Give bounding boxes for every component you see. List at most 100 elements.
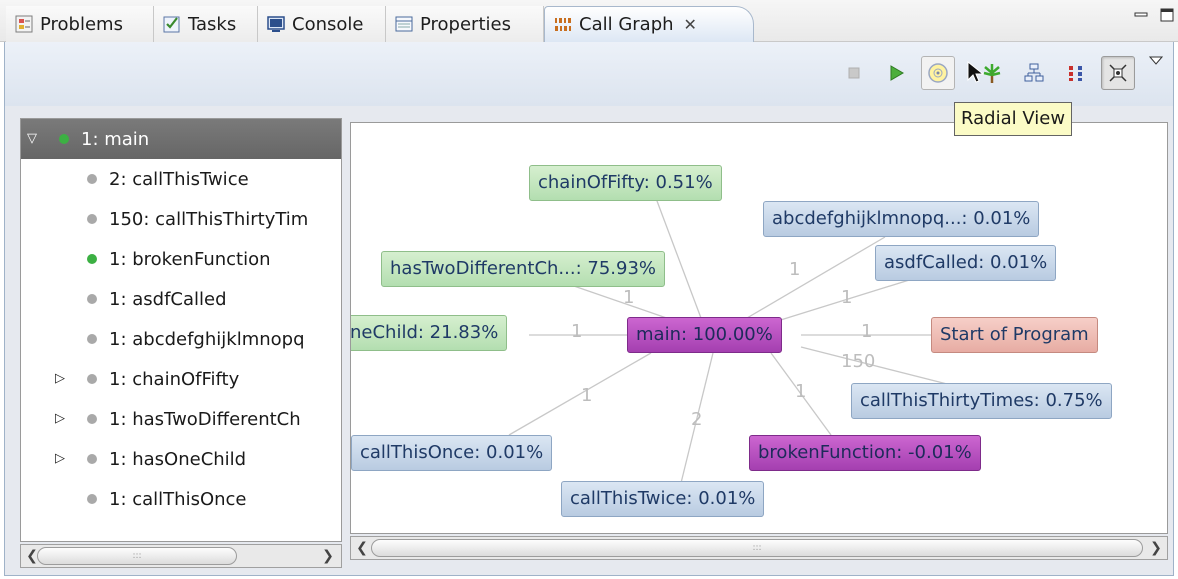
tab-call-graph[interactable]: Call Graph ✕ bbox=[544, 6, 754, 42]
graph-node-asdfcalled[interactable]: asdfCalled: 0.01% bbox=[875, 245, 1057, 281]
tab-problems[interactable]: Problems bbox=[6, 6, 154, 42]
graph-node-main[interactable]: main: 100.00% bbox=[627, 317, 782, 353]
tree-item-asdfcalled[interactable]: 1: asdfCalled bbox=[21, 279, 341, 319]
tasks-icon bbox=[162, 14, 182, 34]
tree-item-label: 1: main bbox=[81, 128, 150, 150]
radial-view-button[interactable] bbox=[921, 56, 955, 90]
edge-label-callthistwice: 2 bbox=[691, 409, 703, 430]
edge-label-hastwodifferentchildren: 1 bbox=[623, 287, 635, 308]
tree-item-brokenfunction[interactable]: 1: brokenFunction bbox=[21, 239, 341, 279]
tree-item-label: 2: callThisTwice bbox=[109, 168, 249, 190]
graph-node-hastwodifferentchildren[interactable]: hasTwoDifferentCh...: 75.93% bbox=[381, 251, 666, 287]
edge-callthisonce bbox=[508, 352, 652, 436]
tree-item-callthistwice[interactable]: 2: callThisTwice bbox=[21, 159, 341, 199]
view-menu-icon bbox=[1149, 56, 1163, 65]
tree-item-hasonechild[interactable]: ▷ 1: hasOneChild bbox=[21, 439, 341, 479]
expand-toggle-icon[interactable]: ▷ bbox=[55, 412, 69, 426]
maximize-icon[interactable] bbox=[1160, 8, 1174, 26]
tab-label: Properties bbox=[420, 13, 511, 35]
problems-icon bbox=[14, 14, 34, 34]
status-dot-icon bbox=[87, 254, 97, 264]
view-tab-bar: Problems Tasks Console Properties Call G… bbox=[0, 0, 1178, 42]
graph-node-callthisonce[interactable]: callThisOnce: 0.01% bbox=[351, 435, 553, 471]
graph-node-start-of-program[interactable]: Start of Program bbox=[931, 317, 1098, 353]
scroll-right-icon[interactable]: ❯ bbox=[1147, 539, 1165, 557]
status-dot-icon bbox=[87, 494, 97, 504]
status-dot-icon bbox=[87, 334, 97, 344]
expand-toggle-icon[interactable]: ▷ bbox=[55, 452, 69, 466]
collapse-mode-icon bbox=[1109, 64, 1127, 82]
status-dot-icon bbox=[87, 174, 97, 184]
graph-horizontal-scrollbar[interactable]: ❮ ::: ❯ bbox=[350, 536, 1168, 560]
minimize-icon[interactable] bbox=[1134, 8, 1148, 26]
call-tree[interactable]: ▽ 1: main 2: callThisTwice 150: callThis… bbox=[20, 118, 342, 542]
graph-node-brokenfunction[interactable]: brokenFunction: -0.01% bbox=[749, 435, 981, 471]
scroll-thumb[interactable]: ::: bbox=[371, 539, 1143, 557]
edge-callthisthirtytimes bbox=[800, 346, 952, 386]
edge-abcdefghijklmnopq bbox=[746, 236, 886, 319]
call-graph-icon bbox=[553, 15, 573, 35]
tree-item-abcdefghijklmnopq[interactable]: 1: abcdefghijklmnopq bbox=[21, 319, 341, 359]
radial-view-icon bbox=[928, 63, 948, 83]
stop-button[interactable] bbox=[837, 56, 871, 90]
view-menu-button[interactable] bbox=[1145, 50, 1167, 72]
graph-node-chainoffifty[interactable]: chainOfFifty: 0.51% bbox=[529, 165, 722, 201]
tooltip: Radial View bbox=[954, 102, 1073, 136]
status-dot-icon bbox=[59, 134, 69, 144]
close-icon[interactable]: ✕ bbox=[684, 15, 697, 34]
tab-properties[interactable]: Properties bbox=[386, 6, 544, 42]
collapse-mode-button[interactable] bbox=[1101, 56, 1135, 90]
level-view-icon bbox=[1024, 63, 1044, 82]
tab-label: Call Graph bbox=[579, 14, 674, 35]
view-toolbar bbox=[4, 42, 1174, 106]
edge-label-start-of-program: 1 bbox=[861, 321, 873, 342]
tree-item-label: 1: callThisOnce bbox=[109, 488, 247, 510]
tree-item-callthisthirtytimes[interactable]: 150: callThisThirtyTim bbox=[21, 199, 341, 239]
status-dot-icon bbox=[87, 214, 97, 224]
tree-view-icon bbox=[983, 64, 1001, 83]
console-icon bbox=[266, 14, 286, 34]
scroll-thumb[interactable]: ::: bbox=[37, 547, 237, 565]
tree-item-label: 1: brokenFunction bbox=[109, 248, 271, 270]
aggregate-view-button[interactable] bbox=[1059, 56, 1093, 90]
edge-label-asdfcalled: 1 bbox=[841, 287, 853, 308]
edge-label-abcdefghijklmnopq: 1 bbox=[789, 259, 801, 280]
edge-label-brokenfunction: 1 bbox=[795, 381, 807, 402]
status-dot-icon bbox=[87, 374, 97, 384]
level-view-button[interactable] bbox=[1017, 56, 1051, 90]
tree-horizontal-scrollbar[interactable]: ❮ ::: ❯ bbox=[20, 544, 342, 568]
edge-label-hasonechild: 1 bbox=[571, 321, 583, 342]
expand-toggle-icon[interactable]: ▷ bbox=[55, 372, 69, 386]
play-button[interactable] bbox=[879, 56, 913, 90]
stop-icon bbox=[848, 67, 860, 79]
graph-node-hasonechild[interactable]: neChild: 21.83% bbox=[351, 315, 508, 351]
tree-item-callthisonce[interactable]: 1: callThisOnce bbox=[21, 479, 341, 519]
tree-item-chainoffifty[interactable]: ▷ 1: chainOfFifty bbox=[21, 359, 341, 399]
tree-item-label: 1: chainOfFifty bbox=[109, 368, 240, 390]
scroll-left-icon[interactable]: ❮ bbox=[353, 539, 371, 557]
expand-toggle-icon[interactable]: ▽ bbox=[27, 132, 41, 146]
radial-call-graph[interactable]: chainOfFifty: 0.51% abcdefghijklmnopq...… bbox=[350, 122, 1168, 534]
tree-item-label: 150: callThisThirtyTim bbox=[109, 208, 309, 230]
tree-item-main[interactable]: ▽ 1: main bbox=[21, 119, 341, 159]
tab-label: Tasks bbox=[188, 13, 237, 35]
status-dot-icon bbox=[87, 454, 97, 464]
tab-tasks[interactable]: Tasks bbox=[154, 6, 258, 42]
properties-icon bbox=[394, 14, 414, 34]
edge-label-callthisthirtytimes: 150 bbox=[841, 351, 876, 372]
tab-label: Console bbox=[292, 13, 364, 35]
tree-item-label: 1: asdfCalled bbox=[109, 288, 227, 310]
tree-view-button[interactable] bbox=[975, 56, 1009, 90]
tab-label: Problems bbox=[40, 13, 123, 35]
tree-item-hastwodifferentchildren[interactable]: ▷ 1: hasTwoDifferentCh bbox=[21, 399, 341, 439]
graph-node-callthisthirtytimes[interactable]: callThisThirtyTimes: 0.75% bbox=[851, 383, 1112, 419]
graph-node-abcdefghijklmnopq[interactable]: abcdefghijklmnopq...: 0.01% bbox=[763, 201, 1040, 237]
tab-console[interactable]: Console bbox=[258, 6, 386, 42]
aggregate-view-icon bbox=[1069, 66, 1082, 81]
play-icon bbox=[890, 65, 904, 81]
view-controls bbox=[1134, 8, 1174, 26]
graph-node-callthistwice[interactable]: callThisTwice: 0.01% bbox=[561, 481, 765, 517]
edge-label-callthisonce: 1 bbox=[581, 385, 593, 406]
tree-item-label: 1: abcdefghijklmnopq bbox=[109, 328, 305, 350]
scroll-right-icon[interactable]: ❯ bbox=[319, 547, 337, 565]
